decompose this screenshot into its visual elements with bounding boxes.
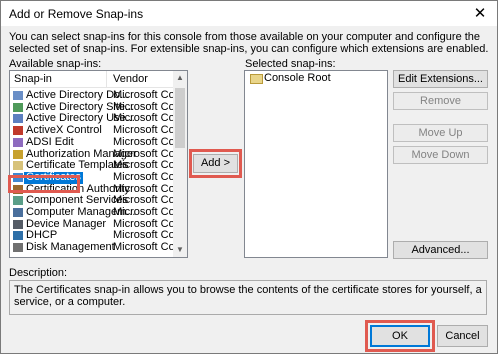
- scroll-down-arrow-icon[interactable]: ▼: [173, 243, 187, 257]
- sites-icon: [13, 102, 23, 112]
- column-header-snapin[interactable]: Snap-in: [14, 73, 52, 85]
- snapin-list-item[interactable]: Active Directory Do... Microsoft Cor...: [10, 89, 187, 102]
- selected-snapins-label: Selected snap-ins:: [245, 58, 336, 70]
- device-icon: [13, 219, 23, 229]
- available-snapins-label: Available snap-ins:: [9, 58, 102, 70]
- snapin-list-item[interactable]: Disk Management Microsoft Cor...: [10, 241, 187, 254]
- scroll-up-arrow-icon[interactable]: ▲: [173, 71, 187, 85]
- available-snapins-list[interactable]: Snap-in Vendor Active Directory Do... Mic…: [9, 70, 188, 258]
- description-label: Description:: [9, 267, 68, 279]
- description-text: The Certificates snap-in allows you to b…: [14, 284, 482, 308]
- certificates-highlight-box: [8, 175, 80, 193]
- component-icon: [13, 196, 23, 206]
- column-header-vendor[interactable]: Vendor: [113, 73, 148, 85]
- list-header: Snap-in Vendor: [10, 71, 173, 88]
- snapin-name: ADSI Edit: [26, 135, 74, 148]
- tree-item-console-root[interactable]: Console Root: [245, 71, 387, 85]
- authorization-icon: [13, 149, 23, 159]
- adsi-icon: [13, 137, 23, 147]
- move-down-button[interactable]: Move Down: [393, 146, 488, 164]
- advanced-button[interactable]: Advanced...: [393, 241, 488, 259]
- move-up-button[interactable]: Move Up: [393, 124, 488, 142]
- dhcp-icon: [13, 231, 23, 241]
- disk-icon: [13, 243, 23, 253]
- tree-item-label: Console Root: [264, 72, 331, 84]
- title-bar: Add or Remove Snap-ins ✕: [0, 0, 498, 26]
- close-icon[interactable]: ✕: [463, 1, 497, 27]
- domain-icon: [13, 91, 23, 100]
- cancel-button[interactable]: Cancel: [437, 325, 488, 347]
- snapin-list-item[interactable]: ADSI Edit Microsoft Cor...: [10, 135, 187, 149]
- edit-extensions-button[interactable]: Edit Extensions...: [393, 70, 488, 88]
- scroll-thumb[interactable]: [175, 88, 185, 148]
- activex-icon: [13, 126, 23, 136]
- add-button[interactable]: Add >: [193, 154, 238, 173]
- window-title: Add or Remove Snap-ins: [9, 7, 144, 21]
- users-icon: [13, 114, 23, 124]
- snapin-list-item[interactable]: Computer Managem... Microsoft Cor...: [10, 206, 187, 219]
- selected-snapins-tree[interactable]: Console Root: [244, 70, 388, 258]
- intro-text: You can select snap-ins for this console…: [9, 31, 489, 55]
- available-list-scrollbar[interactable]: ▲ ▼: [173, 71, 187, 257]
- template-icon: [13, 161, 23, 171]
- folder-icon: [250, 74, 263, 84]
- ok-button[interactable]: OK: [370, 325, 430, 347]
- remove-button[interactable]: Remove: [393, 92, 488, 110]
- snapin-name: Disk Management: [26, 241, 115, 254]
- description-box: The Certificates snap-in allows you to b…: [9, 280, 487, 315]
- computer-icon: [13, 208, 23, 217]
